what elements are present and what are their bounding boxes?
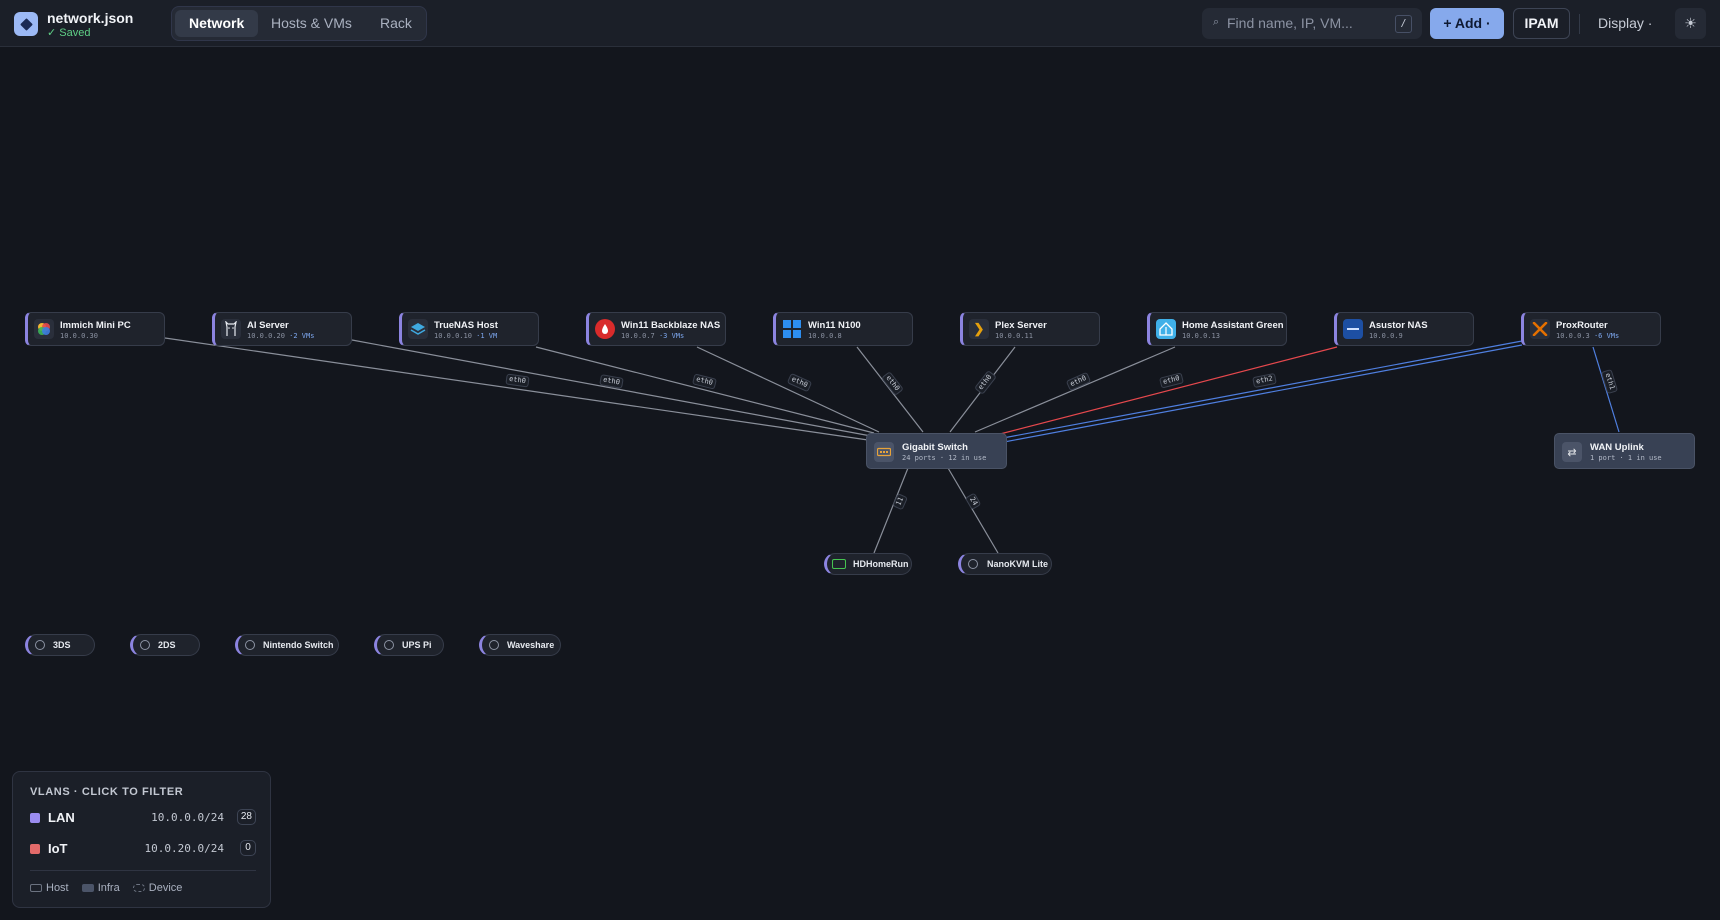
node-type-legend: Host Infra Device <box>30 882 192 894</box>
vlan-count-badge: 28 <box>236 809 256 825</box>
vlan-cidr: 10.0.20.0/24 <box>144 842 224 855</box>
asustor-icon <box>1343 319 1363 339</box>
host-ip: 10.0.0.9 <box>1369 332 1403 340</box>
device-name: UPS Pi <box>402 640 432 650</box>
device-icon <box>35 640 45 650</box>
device-icon <box>384 640 394 650</box>
device-name: 2DS <box>158 640 176 650</box>
device-node-ups-pi[interactable]: UPS Pi <box>374 634 444 656</box>
legend-host: Host <box>30 882 69 894</box>
hdhomerun-icon <box>832 559 846 569</box>
vlan-color-swatch <box>30 844 40 854</box>
edge-immich-switch <box>164 337 869 441</box>
host-name: TrueNAS Host <box>434 320 498 331</box>
host-name: Asustor NAS <box>1369 320 1428 331</box>
host-node-proxrouter[interactable]: ProxRouter 10.0.0.3 ·6 VMs <box>1521 312 1661 346</box>
edge-switch-nanokvm <box>947 467 999 554</box>
host-node-home-assistant-green[interactable]: Home Assistant Green 10.0.0.13 <box>1147 312 1287 346</box>
infra-ports: 24 ports · 12 in use <box>902 454 987 462</box>
vlan-count-badge: 0 <box>240 840 256 856</box>
vlan-color-swatch <box>30 813 40 823</box>
edge-proxrouter-switch-b <box>1003 344 1523 443</box>
host-name: Win11 Backblaze NAS <box>621 320 721 331</box>
host-name: Home Assistant Green <box>1182 320 1284 331</box>
host-node-asustor-nas[interactable]: Asustor NAS 10.0.0.9 <box>1334 312 1474 346</box>
host-ip: 10.0.0.10 ·1 VM <box>434 332 498 340</box>
infra-ports: 1 port · 1 in use <box>1590 454 1662 462</box>
immich-icon <box>34 319 54 339</box>
device-name: HDHomeRun <box>853 559 909 569</box>
edge-switch-hdhomerun <box>873 467 909 554</box>
device-name: NanoKVM Lite <box>987 559 1049 569</box>
proxmox-icon <box>1530 319 1550 339</box>
device-name: Waveshare <box>507 640 555 650</box>
host-name: AI Server <box>247 320 289 331</box>
device-node-nintendo-switch[interactable]: Nintendo Switch <box>235 634 339 656</box>
host-ip: 10.0.0.11 <box>995 332 1033 340</box>
plex-icon: ❯ <box>969 319 989 339</box>
vlan-row-iot[interactable]: IoT 10.0.20.0/24 0 <box>30 839 256 859</box>
host-name: Win11 N100 <box>808 320 861 331</box>
infra-name: Gigabit Switch <box>902 442 968 453</box>
host-name: Immich Mini PC <box>60 320 131 331</box>
host-node-truenas-host[interactable]: TrueNAS Host 10.0.0.10 ·1 VM <box>399 312 539 346</box>
device-node-3ds[interactable]: 3DS <box>25 634 95 656</box>
vlan-cidr: 10.0.0.0/24 <box>151 811 224 824</box>
device-node-2ds[interactable]: 2DS <box>130 634 200 656</box>
host-ip: 10.0.0.30 <box>60 332 98 340</box>
switch-icon <box>874 442 894 462</box>
device-icon <box>489 640 499 650</box>
host-node-win11-backblaze-nas[interactable]: Win11 Backblaze NAS 10.0.0.7 ·3 VMs <box>586 312 726 346</box>
edge-asustor-switch <box>999 346 1338 435</box>
host-ip: 10.0.0.3 ·6 VMs <box>1556 332 1620 340</box>
host-ip: 10.0.0.8 <box>808 332 842 340</box>
device-name: Nintendo Switch <box>263 640 334 650</box>
infra-name: WAN Uplink <box>1590 442 1644 453</box>
host-node-plex-server[interactable]: ❯ Plex Server 10.0.0.11 <box>960 312 1100 346</box>
host-ip: 10.0.0.7 ·3 VMs <box>621 332 685 340</box>
device-icon <box>968 559 978 569</box>
uplink-icon: ⇄ <box>1562 442 1582 462</box>
legend-infra: Infra <box>81 882 120 894</box>
edge-ai-server-switch <box>351 339 872 437</box>
vlan-name: IoT <box>48 841 68 856</box>
device-icon <box>245 640 255 650</box>
vlan-row-lan[interactable]: LAN 10.0.0.0/24 28 <box>30 808 256 828</box>
llama-icon <box>221 319 241 339</box>
vlan-panel-title: VLANS · CLICK TO FILTER <box>30 786 184 798</box>
host-ip: 10.0.0.20 ·2 VMs <box>247 332 315 340</box>
device-icon <box>140 640 150 650</box>
device-node-hdhomerun[interactable]: HDHomeRun <box>824 553 912 575</box>
infra-node-wan-uplink[interactable]: ⇄ WAN Uplink 1 port · 1 in use <box>1554 433 1695 469</box>
host-node-win11-n100[interactable]: Win11 N100 10.0.0.8 <box>773 312 913 346</box>
host-name: ProxRouter <box>1556 320 1608 331</box>
device-name: 3DS <box>53 640 71 650</box>
vlan-name: LAN <box>48 810 75 825</box>
device-node-waveshare[interactable]: Waveshare <box>479 634 561 656</box>
host-node-immich-mini-pc[interactable]: Immich Mini PC 10.0.0.30 <box>25 312 165 346</box>
legend-device: Device <box>132 882 182 894</box>
host-name: Plex Server <box>995 320 1047 331</box>
host-ip: 10.0.0.13 <box>1182 332 1220 340</box>
backblaze-icon <box>595 319 615 339</box>
device-node-nanokvm-lite[interactable]: NanoKVM Lite <box>958 553 1052 575</box>
vlan-filter-panel: VLANS · CLICK TO FILTER LAN 10.0.0.0/24 … <box>12 771 271 908</box>
truenas-icon <box>408 319 428 339</box>
infra-node-gigabit-switch[interactable]: Gigabit Switch 24 ports · 12 in use <box>866 433 1007 469</box>
edge-truenas-switch <box>535 346 875 434</box>
vlan-divider <box>30 870 256 871</box>
host-node-ai-server[interactable]: AI Server 10.0.0.20 ·2 VMs <box>212 312 352 346</box>
windows-icon <box>782 319 802 339</box>
home-assistant-icon <box>1156 319 1176 339</box>
edge-proxrouter-switch-a <box>1002 340 1523 439</box>
